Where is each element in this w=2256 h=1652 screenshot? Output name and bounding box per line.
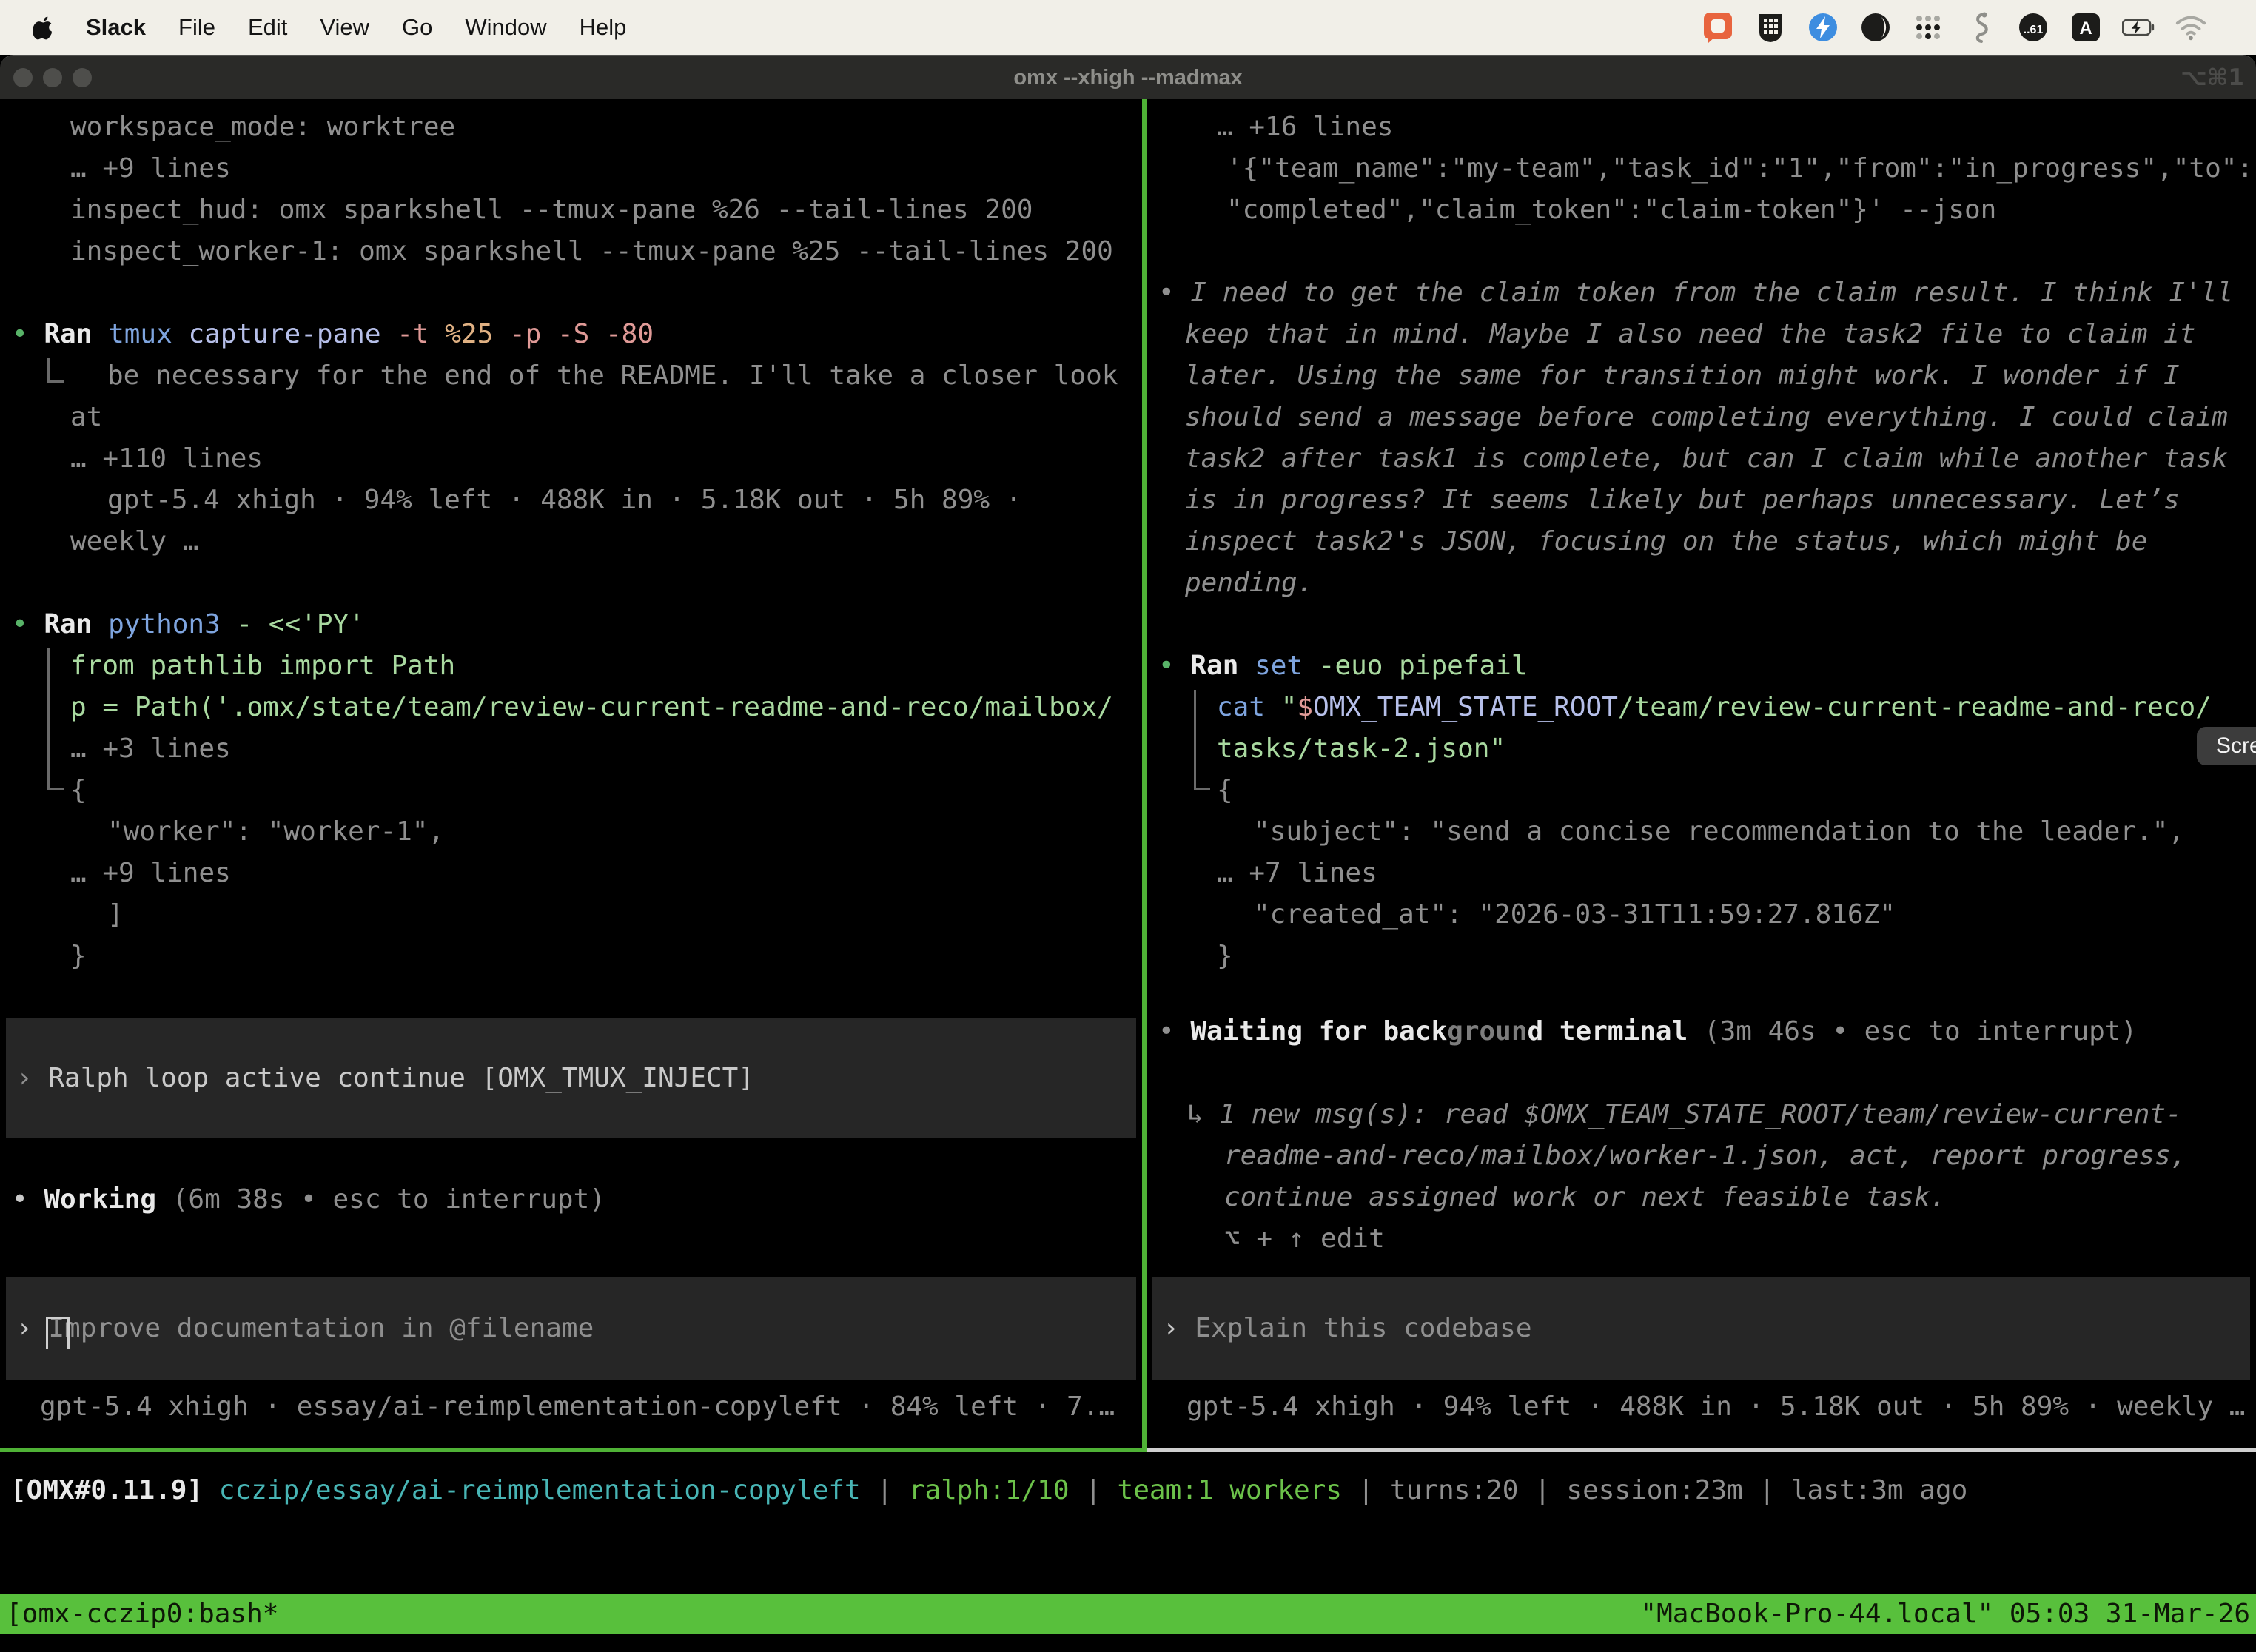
- menu-item-window[interactable]: Window: [465, 14, 546, 41]
- prompt-input-right[interactable]: › Explain this codebase: [1152, 1277, 2250, 1380]
- pane-divider-bottom-right[interactable]: [1147, 1448, 2256, 1452]
- menu-items: Slack File Edit View Go Window Help: [86, 14, 626, 41]
- menu-item-edit[interactable]: Edit: [248, 14, 287, 41]
- omx-hud-status: [OMX#0.11.9] cczip/essay/ai-reimplementa…: [0, 1470, 2256, 1511]
- output-connector: [47, 788, 64, 790]
- tmux-session-label: [omx-cczip0:bash*: [6, 1594, 278, 1634]
- menu-item-view[interactable]: View: [320, 14, 369, 41]
- a-square-icon[interactable]: A: [2069, 11, 2102, 44]
- model-status-left: gpt-5.4 xhigh · essay/ai-reimplementatio…: [0, 1386, 1142, 1428]
- window-shortcut-badge: ⌥⌘1: [2181, 56, 2244, 100]
- output-connector: [1194, 788, 1210, 790]
- menu-item-help[interactable]: Help: [580, 14, 627, 41]
- working-status-line: • Working (6m 38s • esc to interrupt): [0, 1179, 1142, 1220]
- menu-status-icons: ..61 A: [1702, 0, 2207, 55]
- window-title-bar[interactable]: omx --xhigh --madmax ⌥⌘1: [0, 55, 2256, 99]
- right-scrollback: … +16 lines'{"team_name":"my-team","task…: [1147, 107, 2256, 977]
- tmux-pane-left[interactable]: workspace_mode: worktree… +9 linesinspec…: [0, 99, 1142, 1448]
- menu-item-go[interactable]: Go: [402, 14, 432, 41]
- menu-item-file[interactable]: File: [178, 14, 215, 41]
- menu-bar: Slack File Edit View Go Window Help ..61: [0, 0, 2256, 55]
- menu-item-slack[interactable]: Slack: [86, 14, 146, 41]
- svg-text:..61: ..61: [2024, 24, 2044, 36]
- bolt-circle-icon[interactable]: [1807, 11, 1839, 44]
- chat-icon[interactable]: [1702, 11, 1734, 44]
- output-connector: [47, 648, 50, 790]
- left-scrollback: workspace_mode: worktree… +9 linesinspec…: [0, 107, 1142, 977]
- output-connector: [47, 358, 50, 382]
- window-title: omx --xhigh --madmax: [0, 56, 2256, 100]
- model-status-right: gpt-5.4 xhigh · 94% left · 488K in · 5.1…: [1147, 1386, 2256, 1428]
- dots-grid-icon[interactable]: [1912, 11, 1944, 44]
- wifi-icon[interactable]: [2175, 11, 2207, 44]
- tmux-host-clock: "MacBook-Pro-44.local" 05:03 31-Mar-26: [1640, 1594, 2250, 1634]
- pie-circle-icon[interactable]: [1859, 11, 1892, 44]
- svg-text:A: A: [2079, 19, 2092, 38]
- pane-divider-bottom-left[interactable]: [0, 1448, 1147, 1452]
- prompt-input-left[interactable]: › Improve documentation in @filename: [6, 1277, 1136, 1380]
- ralph-loop-banner: › Ralph loop active continue [OMX_TMUX_I…: [6, 1018, 1136, 1138]
- tmux-pane-right[interactable]: … +16 lines'{"team_name":"my-team","task…: [1147, 99, 2256, 1448]
- s-curve-icon[interactable]: [1964, 11, 1997, 44]
- apple-menu-icon[interactable]: [33, 15, 58, 40]
- badge-61-icon[interactable]: ..61: [2017, 11, 2049, 44]
- grid-shield-icon[interactable]: [1754, 11, 1787, 44]
- tmux-status-bar: [omx-cczip0:bash* "MacBook-Pro-44.local"…: [0, 1594, 2256, 1634]
- waiting-status-block: • Waiting for background terminal (3m 46…: [1147, 1011, 2256, 1260]
- output-connector: [47, 380, 64, 383]
- terminal-content: workspace_mode: worktree… +9 linesinspec…: [0, 99, 2256, 1652]
- terminal-window: omx --xhigh --madmax ⌥⌘1 workspace_mode:…: [0, 55, 2256, 1652]
- battery-icon[interactable]: [2122, 11, 2155, 44]
- screen-capture-tooltip: Scre: [2197, 727, 2256, 765]
- output-connector: [1194, 690, 1196, 790]
